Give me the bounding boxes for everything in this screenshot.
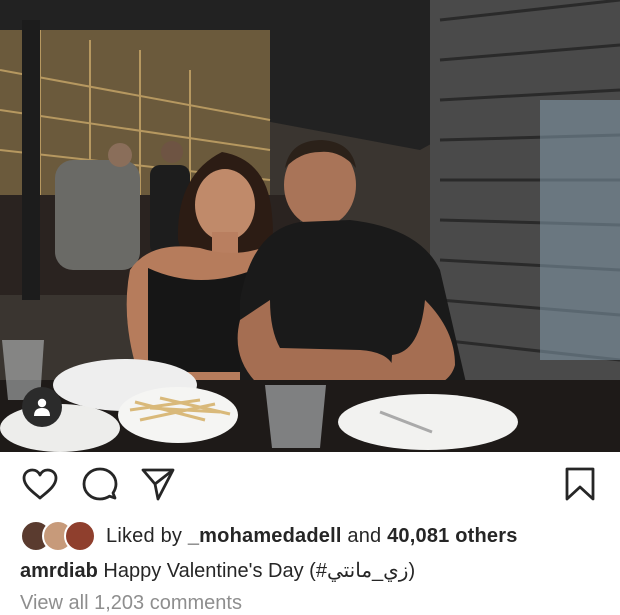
caption-username[interactable]: amrdiab: [20, 560, 98, 582]
photo-illustration: [0, 0, 620, 452]
view-comments-link[interactable]: View all 1,203 comments: [20, 592, 242, 615]
likes-conjunction: and: [341, 524, 388, 547]
like-button[interactable]: [20, 464, 60, 504]
post-photo[interactable]: [0, 0, 620, 452]
user-tag-icon: [34, 398, 50, 416]
post-caption: amrdiab Happy Valentine's Day (#زي_مانتي…: [20, 558, 415, 583]
liker-avatars: [20, 520, 98, 552]
bookmark-icon: [565, 467, 595, 501]
tag-people-button[interactable]: [22, 387, 62, 427]
liker-username[interactable]: _mohamedadell: [188, 525, 342, 547]
likes-count[interactable]: 40,081 others: [387, 525, 517, 547]
paper-plane-icon: [141, 468, 175, 501]
avatar: [64, 520, 96, 552]
comment-icon: [82, 467, 118, 501]
post-action-bar: [0, 452, 620, 514]
comment-button[interactable]: [80, 464, 120, 504]
caption-text: Happy Valentine's Day (#زي_مانتي): [103, 560, 416, 582]
likes-summary[interactable]: Liked by _mohamedadell and 40,081 others: [20, 518, 518, 554]
heart-icon: [22, 468, 58, 500]
save-button[interactable]: [560, 464, 600, 504]
share-button[interactable]: [138, 464, 178, 504]
likes-text: Liked by _mohamedadell and 40,081 others: [106, 525, 518, 548]
likes-prefix: Liked by: [106, 524, 188, 547]
